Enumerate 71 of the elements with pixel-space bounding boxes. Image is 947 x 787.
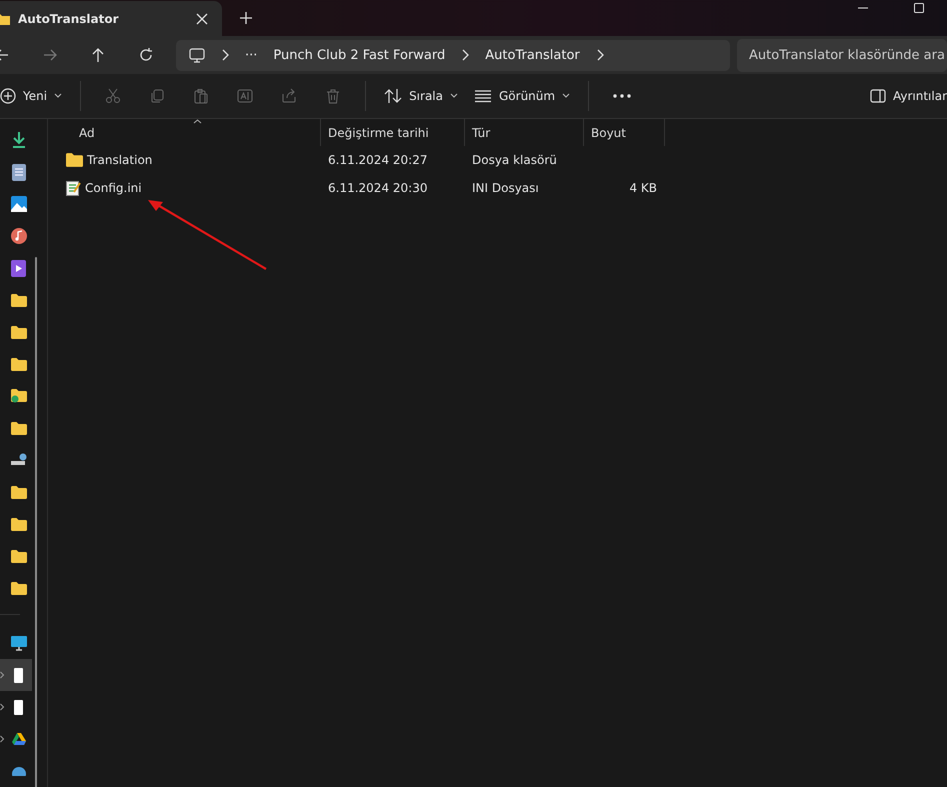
computer-icon [10, 636, 26, 650]
up-icon[interactable] [90, 47, 106, 64]
table-cell-text: INI Dosyası [471, 181, 540, 195]
column-header[interactable]: Boyut [584, 119, 665, 146]
folder-icon [10, 582, 26, 594]
column-header[interactable]: Tür [465, 119, 584, 146]
settings-file-icon [66, 180, 81, 196]
search-field[interactable]: AutoTranslator klasöründe ara [737, 38, 947, 72]
address-bar[interactable]: ··· Punch Club 2 Fast Forward AutoTranslator [176, 40, 730, 71]
trash-icon[interactable] [325, 88, 342, 104]
sidebar-item[interactable] [0, 659, 32, 691]
drive-logo-icon [12, 732, 26, 746]
drive-icon [10, 453, 27, 467]
folder-icon [10, 358, 26, 370]
more-icon[interactable] [613, 94, 632, 98]
music-icon [10, 228, 26, 244]
scrollbar[interactable] [35, 257, 37, 787]
breadcrumb-item[interactable]: AutoTranslator [485, 48, 580, 63]
network-icon [10, 766, 26, 776]
new-tab-icon[interactable] [240, 12, 252, 24]
view-button[interactable]: Görünüm [466, 85, 578, 108]
caret-icon [54, 93, 62, 100]
sort-icon [384, 88, 402, 104]
video-icon [11, 260, 26, 276]
folder-icon [10, 294, 26, 306]
column-header[interactable]: Değiştirme tarihi [321, 119, 465, 146]
file-name[interactable]: Config.ini [85, 181, 142, 195]
tab-title: AutoTranslator [18, 12, 120, 26]
chevron-icon[interactable] [0, 671, 5, 679]
close-icon[interactable] [196, 12, 208, 25]
copy-icon[interactable] [149, 88, 166, 104]
caret-icon [562, 93, 570, 100]
rename-icon[interactable] [237, 88, 254, 104]
folder-icon [10, 550, 26, 562]
folder-icon [10, 326, 26, 338]
sort-caret-icon [193, 119, 202, 124]
breadcrumb-ellipsis[interactable]: ··· [245, 48, 258, 63]
download-icon [10, 131, 26, 149]
folder-icon [10, 422, 26, 434]
details-pane-icon [870, 89, 886, 104]
folder-icon [10, 518, 26, 530]
folder-icon [10, 389, 26, 403]
window-tab[interactable]: AutoTranslator [0, 1, 222, 36]
list-icon [474, 89, 492, 104]
details-button[interactable]: Ayrıntılar [862, 85, 947, 108]
page-icon [14, 700, 23, 714]
table-cell-text: 4 KB [628, 181, 658, 195]
refresh-icon[interactable] [138, 47, 154, 64]
document-icon [12, 164, 26, 180]
folder-icon [66, 153, 83, 167]
table-cell-text: Dosya klasörü [471, 153, 558, 167]
table-cell-text: 6.11.2024 20:30 [327, 181, 428, 195]
column-header[interactable]: Ad [48, 119, 321, 146]
new-button[interactable]: Yeni [0, 84, 70, 108]
breadcrumb-item[interactable]: Punch Club 2 Fast Forward [273, 48, 446, 63]
monitor-icon [189, 48, 205, 63]
folder-icon [10, 486, 26, 498]
plus-circle-icon [0, 88, 16, 104]
sort-button[interactable]: Sırala [376, 84, 466, 108]
image-icon [10, 196, 26, 212]
share-icon[interactable] [281, 88, 298, 104]
table-cell-text: 6.11.2024 20:27 [327, 153, 428, 167]
caret-icon [450, 93, 458, 100]
file-name[interactable]: Translation [87, 153, 152, 167]
folder-icon [0, 12, 10, 26]
page-icon [14, 668, 23, 682]
chevron-icon[interactable] [0, 703, 5, 711]
maximize-icon[interactable] [913, 2, 925, 14]
cut-icon[interactable] [105, 88, 122, 104]
chevron-icon[interactable] [0, 735, 5, 743]
paste-icon[interactable] [193, 88, 210, 104]
